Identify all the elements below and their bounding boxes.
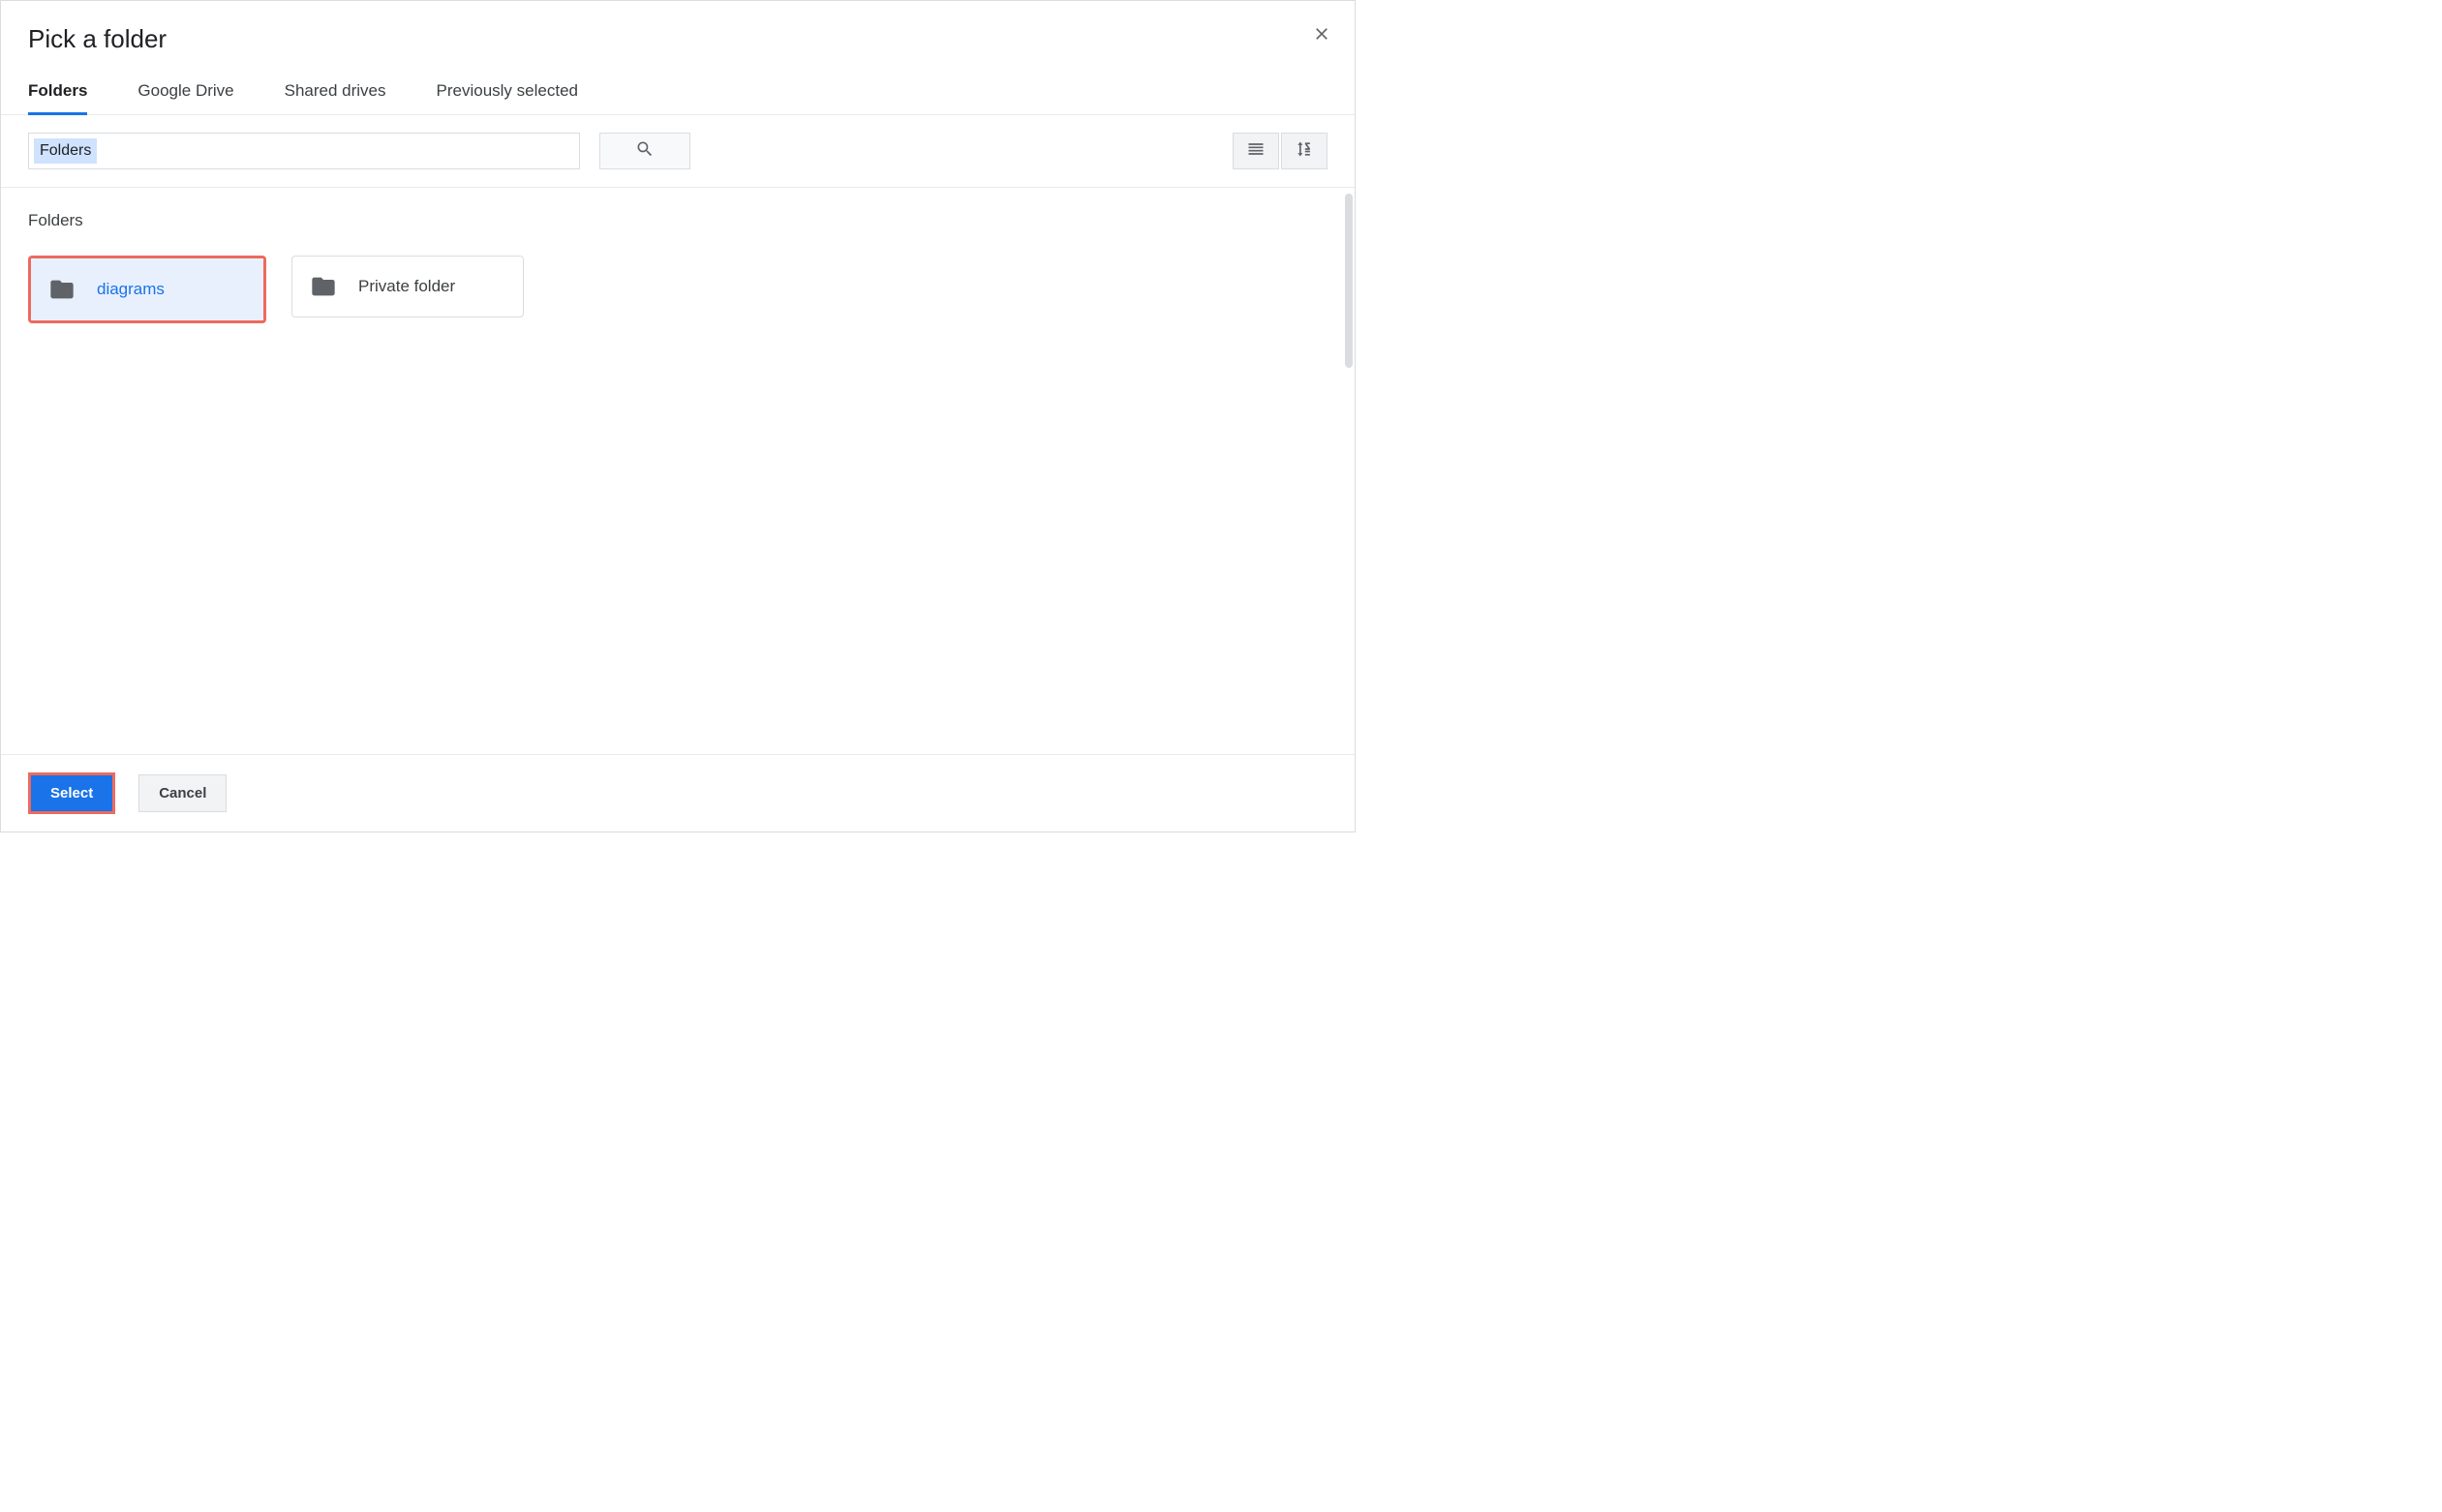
search-button[interactable] (599, 133, 690, 169)
sort-button[interactable] (1281, 133, 1328, 169)
folder-item-diagrams[interactable]: diagrams (28, 256, 266, 323)
folder-label: diagrams (97, 280, 165, 299)
folder-label: Private folder (358, 277, 455, 296)
footer: Select Cancel (1, 754, 1355, 832)
folder-item-private[interactable]: Private folder (291, 256, 524, 318)
list-icon (1246, 139, 1266, 164)
tab-shared-drives[interactable]: Shared drives (285, 81, 386, 114)
dialog-title: Pick a folder (28, 24, 1328, 54)
tab-label: Shared drives (285, 81, 386, 100)
list-view-button[interactable] (1233, 133, 1279, 169)
folder-icon (48, 276, 76, 303)
tab-bar: Folders Google Drive Shared drives Previ… (1, 81, 1355, 115)
content-area: Folders diagrams Private folder (1, 188, 1355, 754)
folder-icon (310, 273, 337, 300)
tab-folders[interactable]: Folders (28, 81, 87, 114)
view-controls (1233, 133, 1328, 169)
tab-previously-selected[interactable]: Previously selected (437, 81, 578, 114)
select-button[interactable]: Select (31, 775, 112, 811)
sort-az-icon (1295, 139, 1314, 164)
tab-google-drive[interactable]: Google Drive (137, 81, 233, 114)
search-icon (635, 139, 655, 164)
folder-picker-dialog: Pick a folder Folders Google Drive Share… (0, 0, 1356, 832)
cancel-button[interactable]: Cancel (138, 774, 227, 812)
select-button-highlight: Select (28, 772, 115, 814)
tab-label: Folders (28, 81, 87, 100)
search-input[interactable]: Folders (28, 133, 580, 169)
toolbar: Folders (1, 115, 1355, 188)
folder-grid: diagrams Private folder (28, 256, 1328, 323)
tab-label: Previously selected (437, 81, 578, 100)
tab-label: Google Drive (137, 81, 233, 100)
close-icon[interactable] (1312, 24, 1331, 44)
section-heading: Folders (28, 211, 1328, 230)
dialog-header: Pick a folder (1, 1, 1355, 81)
search-filter-chip[interactable]: Folders (34, 138, 97, 164)
scrollbar[interactable] (1345, 194, 1353, 368)
